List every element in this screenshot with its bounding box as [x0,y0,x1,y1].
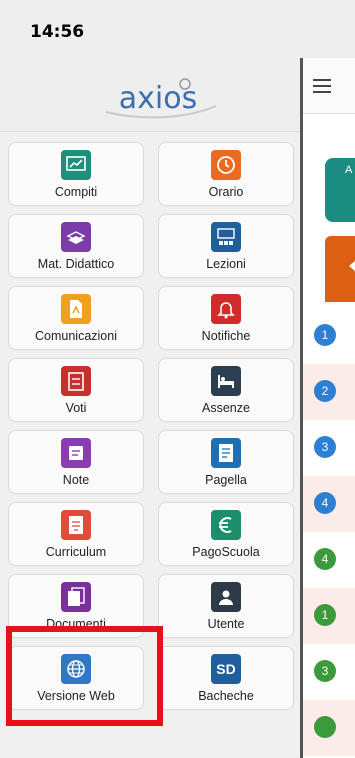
tile-utente[interactable]: Utente [158,574,294,638]
tile-label: Curriculum [45,545,107,559]
documents-icon [61,582,91,612]
tile-label: Assenze [202,401,250,415]
tile-compiti[interactable]: Compiti [8,142,144,206]
list-item[interactable]: 1 [303,308,355,364]
navigation-drawer: axios Compiti Orario Mat. Didattico Lezi… [0,58,300,758]
list-item[interactable]: 3 [303,644,355,700]
tile-label: PagoScuola [192,545,260,559]
report-icon [211,438,241,468]
status-time: 14:56 [30,22,85,42]
count-badge: 4 [314,492,336,514]
tile-label: Lezioni [206,257,246,271]
list-item[interactable]: 4 [303,532,355,588]
curriculum-icon [61,510,91,540]
tile-label: Voti [65,401,87,415]
count-badge: 2 [314,380,336,402]
axios-logo: axios [105,78,217,119]
top-app-bar [303,58,355,114]
tile-curriculum[interactable]: Curriculum [8,502,144,566]
tile-pagoscuola[interactable]: PagoScuola [158,502,294,566]
tile-voti[interactable]: Voti [8,358,144,422]
count-badge [314,716,336,738]
highlight-box [6,626,163,726]
tile-assenze[interactable]: Assenze [158,358,294,422]
count-badge: 3 [314,660,336,682]
count-badge: 4 [314,548,336,570]
clock-icon [211,150,241,180]
tile-label: Mat. Didattico [37,257,115,271]
list-item[interactable]: 1 [303,588,355,644]
euro-icon [211,510,241,540]
tile-label: Compiti [54,185,98,199]
menu-icon[interactable] [313,79,331,93]
tile-orario[interactable]: Orario [158,142,294,206]
list-item[interactable]: 4 [303,476,355,532]
logo-text: axios [119,81,197,116]
count-badge: 1 [314,324,336,346]
tile-note[interactable]: Note [8,430,144,494]
tile-pagella[interactable]: Pagella [158,430,294,494]
status-bar: 14:56 [0,0,355,58]
sd-icon: SD [211,654,241,684]
note-icon [61,438,91,468]
list-item[interactable]: 2 [303,364,355,420]
document-icon [61,294,91,324]
tile-label: Utente [207,617,245,631]
grades-icon [61,366,91,396]
tile-label: Pagella [205,473,247,487]
orange-header[interactable] [325,236,355,302]
books-icon [61,222,91,252]
tile-comunicazioni[interactable]: Comunicazioni [8,286,144,350]
main-content: A 1 2 3 4 4 1 3 [303,58,355,758]
list-item[interactable]: 3 [303,420,355,476]
tile-lezioni[interactable]: Lezioni [158,214,294,278]
teal-card-text: A [345,164,353,176]
list-item[interactable] [303,700,355,756]
count-badge: 3 [314,436,336,458]
bell-icon [211,294,241,324]
tile-label: Orario [208,185,244,199]
tile-bacheche[interactable]: SD Bacheche [158,646,294,710]
chevron-left-icon [349,260,355,272]
teal-card[interactable]: A [325,158,355,222]
bed-icon [211,366,241,396]
count-badge: 1 [314,604,336,626]
user-icon [211,582,241,612]
tile-label: Bacheche [198,689,254,703]
tile-label: Comunicazioni [35,329,117,343]
classroom-icon [211,222,241,252]
tile-label: Notifiche [201,329,251,343]
tile-notifiche[interactable]: Notifiche [158,286,294,350]
logo-area: axios [0,58,300,132]
tile-mat-didattico[interactable]: Mat. Didattico [8,214,144,278]
tile-label: Note [62,473,90,487]
chart-board-icon [61,150,91,180]
